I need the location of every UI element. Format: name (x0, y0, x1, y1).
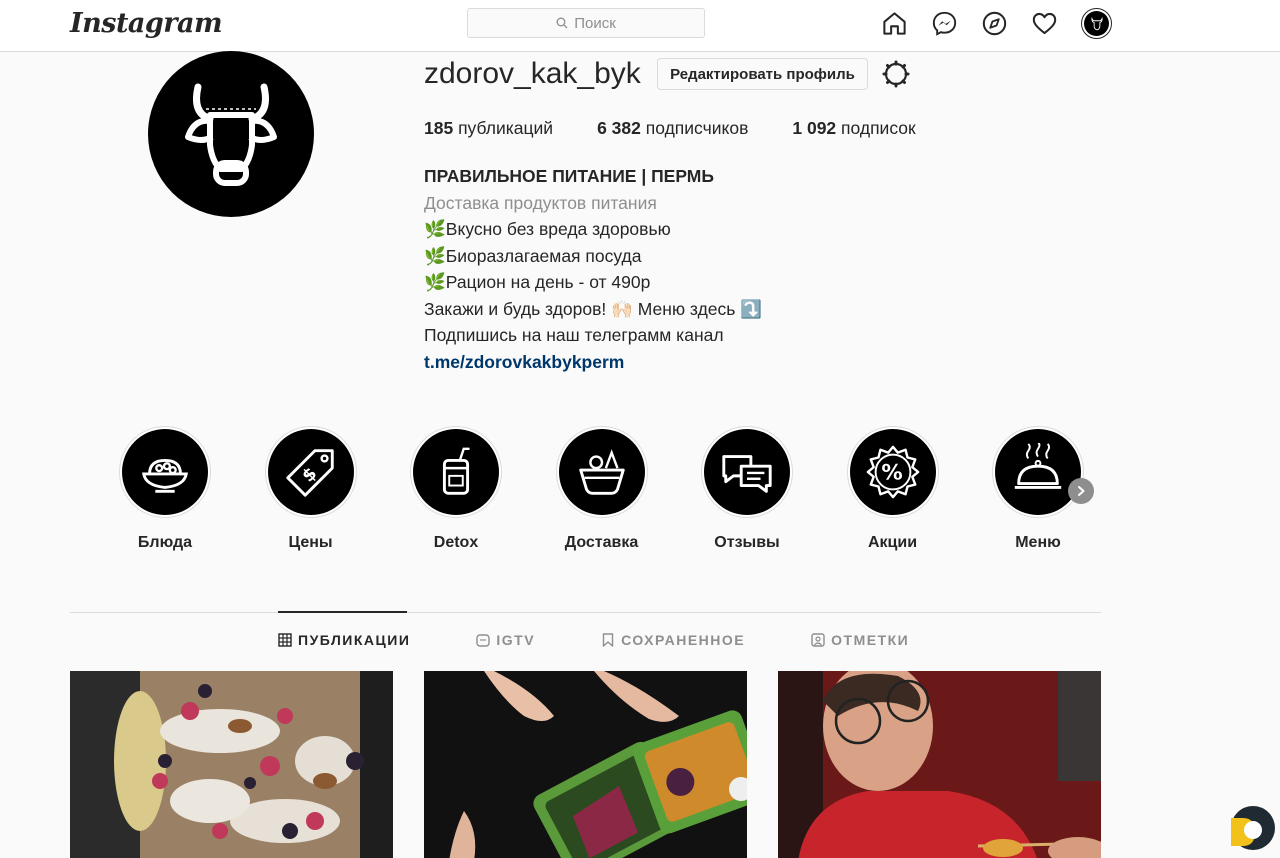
settings-gear-icon[interactable] (881, 59, 911, 89)
highlight-label: Отзывы (714, 534, 780, 551)
post-thumbnail[interactable] (70, 671, 393, 858)
explore-compass-icon[interactable] (981, 9, 1008, 39)
highlights-next-button[interactable] (1068, 478, 1094, 504)
bio-name: ПРАВИЛЬНОЕ ПИТАНИЕ | ПЕРМЬ (424, 166, 714, 186)
tab-saved[interactable]: СОХРАНЕННОЕ (601, 632, 745, 648)
direct-messenger-icon[interactable] (931, 9, 958, 39)
highlight-item[interactable]: $ Цены (262, 426, 360, 552)
profile-avatar-large[interactable] (148, 51, 314, 217)
tab-label: ПУБЛИКАЦИИ (298, 632, 411, 648)
bio-line: Подпишись на наш телеграмм канал (424, 325, 724, 345)
bio-line: Закажи и будь здоров! 🙌🏻 Меню здесь ⤵️ (424, 298, 763, 319)
highlight-label: Detox (433, 534, 479, 551)
highlight-label: Блюда (137, 534, 193, 551)
tab-igtv[interactable]: IGTV (476, 632, 535, 648)
price-tag-icon: $ (285, 449, 334, 497)
post-image (70, 671, 393, 858)
percent-badge-icon: % (866, 445, 919, 499)
tab-label: IGTV (496, 632, 536, 648)
post-image (424, 671, 747, 858)
highlight-item[interactable]: Отзывы (698, 426, 796, 552)
highlight-label: Цены (288, 534, 333, 551)
bull-logo-icon (185, 83, 277, 186)
highlight-item[interactable]: Detox (407, 426, 505, 552)
food-cloche-icon (1014, 443, 1062, 489)
bull-logo-icon (1090, 16, 1103, 30)
profile-bio: ПРАВИЛЬНОЕ ПИТАНИЕ | ПЕРМЬ Доставка прод… (424, 163, 762, 375)
post-thumbnail[interactable] (424, 671, 747, 858)
post-thumbnail[interactable] (778, 671, 1101, 858)
search-placeholder: Поиск (574, 14, 616, 32)
tab-posts[interactable]: ПУБЛИКАЦИИ (278, 632, 410, 648)
tagged-icon (811, 633, 825, 647)
activity-heart-icon[interactable] (1031, 9, 1058, 39)
highlight-label: Меню (1015, 534, 1061, 551)
bio-line: 🌿Рацион на день - от 490р (424, 272, 651, 292)
bio-line: 🌿Вкусно без вреда здоровью (424, 219, 671, 239)
highlight-item[interactable]: % Акции (844, 426, 942, 552)
grid-icon (278, 633, 292, 647)
tab-label: ОТМЕТКИ (831, 632, 910, 648)
watermark-logo-icon (1231, 806, 1275, 850)
chat-bubbles-icon (722, 455, 772, 493)
highlight-label: Акции (867, 534, 918, 551)
bio-category: Доставка продуктов питания (424, 192, 657, 213)
delivery-basket-icon (578, 449, 625, 495)
chevron-right-icon (1078, 486, 1085, 496)
following-count[interactable]: 1 092 подписок (792, 118, 915, 139)
instagram-logo[interactable]: Instagram (70, 8, 223, 39)
edit-profile-button[interactable]: Редактировать профиль (657, 58, 868, 90)
search-icon (556, 17, 568, 29)
tab-tagged[interactable]: ОТМЕТКИ (811, 632, 909, 648)
active-tab-indicator (278, 611, 407, 613)
post-image (778, 671, 1101, 858)
profile-avatar[interactable] (1081, 8, 1112, 39)
noodle-bowl-icon (142, 458, 188, 493)
story-highlights: Блюда $ Цены Detox Доставка Отзывы % Акц… (116, 426, 1135, 552)
nav-icons (881, 8, 1112, 39)
highlight-label: Доставка (564, 534, 639, 551)
highlight-item[interactable]: Блюда (116, 426, 214, 552)
bookmark-icon (602, 633, 614, 647)
top-navbar: Instagram Поиск (0, 0, 1280, 52)
profile-stats: 185 публикаций 6 382 подписчиков 1 092 п… (424, 118, 960, 139)
followers-count[interactable]: 6 382 подписчиков (597, 118, 748, 139)
svg-text:%: % (881, 461, 902, 486)
posts-count: 185 публикаций (424, 118, 554, 138)
igtv-icon (476, 634, 491, 647)
profile-username: zdorov_kak_byk (424, 57, 641, 90)
tabs-divider (70, 612, 1101, 613)
juice-jar-icon (442, 447, 470, 495)
bio-link[interactable]: t.me/zdorovkakbykperm (424, 349, 762, 376)
profile-tabs: ПУБЛИКАЦИИ IGTV СОХРАНЕННОЕ ОТМЕТКИ (278, 632, 975, 648)
home-icon[interactable] (881, 9, 908, 39)
bio-line: 🌿Биоразлагаемая посуда (424, 245, 642, 266)
highlight-item[interactable]: Доставка (553, 426, 651, 552)
tab-label: СОХРАНЕННОЕ (621, 632, 746, 648)
search-input[interactable]: Поиск (467, 8, 705, 38)
